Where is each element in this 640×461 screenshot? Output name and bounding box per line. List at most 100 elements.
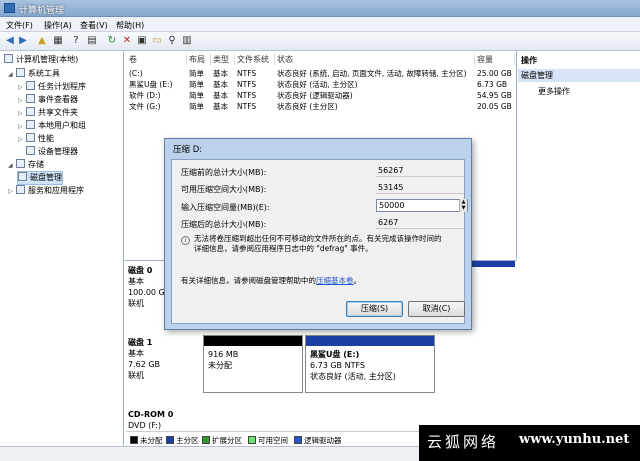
- show-hide-tree-icon[interactable]: ▦: [52, 35, 64, 47]
- layout-cell: 简单: [189, 69, 204, 78]
- volume-cell: 软件 (D:): [129, 91, 161, 100]
- volume-cell: 黑鲨U盘 (E:): [129, 80, 173, 89]
- toolbar: ◀ ▶ ▲ ▦ ? ▤ ↻ ✕ ▣ ▭ ⚲ ▥: [0, 32, 640, 51]
- status-cell: 状态良好 (系统, 启动, 页面文件, 活动, 故障转储, 主分区): [277, 69, 467, 78]
- unallocated-partition[interactable]: 916 MB 未分配: [203, 335, 303, 393]
- help-link[interactable]: 压缩基本卷: [316, 276, 354, 285]
- available-value: 53145: [376, 182, 464, 194]
- fs-cell: NTFS: [237, 91, 257, 100]
- status-cell: 状态良好 (逻辑驱动器): [277, 91, 353, 100]
- tree-performance[interactable]: ▷ 性能: [18, 133, 54, 145]
- search-icon[interactable]: ⚲: [166, 35, 178, 47]
- services-icon: [16, 185, 25, 194]
- table-row[interactable]: 文件 (G:) 简单 基本 NTFS 状态良好 (主分区) 20.05 GB: [125, 101, 515, 112]
- disk1-label[interactable]: 磁盘 1 基本 7.62 GB 联机: [128, 337, 198, 381]
- table-row[interactable]: 黑鲨U盘 (E:) 简单 基本 NTFS 状态良好 (活动, 主分区) 6.73…: [125, 79, 515, 90]
- tree-system-tools[interactable]: ◢ 系统工具: [8, 68, 60, 80]
- dialog-title: 压缩 D:: [173, 145, 203, 155]
- open-icon[interactable]: ▭: [151, 35, 163, 47]
- legend-item: 可用空间: [248, 435, 288, 446]
- help-icon[interactable]: ?: [70, 35, 82, 47]
- shrink-amount-input[interactable]: [376, 199, 468, 212]
- legend-item: 逻辑驱动器: [294, 435, 342, 446]
- capacity-cell: 54.95 GB: [477, 91, 512, 100]
- dialog-body: 压缩前的总计大小(MB): 56267 可用压缩空间大小(MB): 53145 …: [171, 159, 468, 324]
- spin-buttons[interactable]: ▲ ▼: [459, 199, 467, 212]
- col-layout[interactable]: 布局: [187, 54, 211, 65]
- properties-icon[interactable]: ▤: [86, 35, 98, 47]
- fs-cell: NTFS: [237, 102, 257, 111]
- legend-swatch: [166, 436, 174, 444]
- col-volume[interactable]: 卷: [127, 54, 187, 65]
- performance-icon: [26, 133, 35, 142]
- col-type[interactable]: 类型: [211, 54, 235, 65]
- up-folder-icon[interactable]: ▲: [36, 35, 48, 47]
- watermark-url: www.yunhu.net: [519, 432, 630, 447]
- watermark: 云狐网络 www.yunhu.net: [419, 425, 640, 461]
- shrink-button[interactable]: 压缩(S): [346, 301, 403, 317]
- forward-icon[interactable]: ▶: [17, 35, 29, 47]
- clock-icon: [26, 81, 35, 90]
- layout-cell: 简单: [189, 102, 204, 111]
- layout-cell: 简单: [189, 80, 204, 89]
- menu-action[interactable]: 操作(A): [44, 20, 72, 31]
- tree-task-scheduler[interactable]: ▷ 任务计划程序: [18, 81, 86, 93]
- table-row[interactable]: 软件 (D:) 简单 基本 NTFS 状态良好 (逻辑驱动器) 54.95 GB: [125, 90, 515, 101]
- legend-swatch: [248, 436, 256, 444]
- folder-icon: [26, 107, 35, 116]
- tree-disk-management[interactable]: 磁盘管理: [17, 171, 63, 185]
- watermark-cn: 云狐网络: [427, 433, 500, 451]
- menu-file[interactable]: 文件(F): [6, 20, 33, 31]
- info-icon: i: [181, 236, 190, 245]
- delete-icon[interactable]: ✕: [121, 35, 133, 47]
- view-icon[interactable]: ▥: [181, 35, 193, 47]
- computer-management-icon: [4, 3, 15, 13]
- cancel-button[interactable]: 取消(C): [408, 301, 465, 317]
- type-cell: 基本: [213, 80, 228, 89]
- input-label: 输入压缩空间量(MB)(E):: [181, 203, 270, 212]
- type-cell: 基本: [213, 69, 228, 78]
- cdrom-label[interactable]: CD-ROM 0 DVD (F:): [128, 409, 198, 431]
- menu-bar: 文件(F) 操作(A) 查看(V) 帮助(H): [0, 17, 640, 32]
- info-note: 无法将卷压缩到超出任何不可移动的文件所在的点。有关完成该操作时间的 详细信息，请…: [194, 234, 442, 253]
- help-text: 有关详细信息，请参阅磁盘管理帮助中的压缩基本卷。: [181, 276, 361, 285]
- legend-swatch: [202, 436, 210, 444]
- storage-icon: [16, 159, 25, 168]
- users-icon: [26, 120, 35, 129]
- menu-help[interactable]: 帮助(H): [116, 20, 144, 31]
- layout-cell: 简单: [189, 91, 204, 100]
- col-capacity[interactable]: 容量: [475, 54, 515, 65]
- disk-icon: [18, 172, 27, 181]
- total-before-label: 压缩前的总计大小(MB):: [181, 168, 267, 177]
- tree-event-viewer[interactable]: ▷ 事件查看器: [18, 94, 78, 106]
- tree-local-users[interactable]: ▷ 本地用户和组: [18, 120, 86, 132]
- col-status[interactable]: 状态: [275, 54, 475, 65]
- legend-item: 未分配: [130, 435, 163, 446]
- actions-disk-management[interactable]: 磁盘管理: [518, 69, 640, 82]
- legend-item: 扩展分区: [202, 435, 242, 446]
- back-icon[interactable]: ◀: [4, 35, 16, 47]
- status-cell: 状态良好 (活动, 主分区): [277, 80, 358, 89]
- tree-root[interactable]: 计算机管理(本地): [4, 54, 78, 66]
- menu-view[interactable]: 查看(V): [80, 20, 108, 31]
- connect-icon[interactable]: ↻: [106, 35, 118, 47]
- table-row[interactable]: (C:) 简单 基本 NTFS 状态良好 (系统, 启动, 页面文件, 活动, …: [125, 68, 515, 79]
- type-cell: 基本: [213, 102, 228, 111]
- status-cell: 状态良好 (主分区): [277, 102, 338, 111]
- tools-icon: [16, 68, 25, 77]
- usb-partition[interactable]: 黑鲨U盘 (E:) 6.73 GB NTFS 状态良好 (活动, 主分区): [305, 335, 435, 393]
- tree-services-apps[interactable]: ▷ 服务和应用程序: [8, 185, 84, 197]
- capacity-cell: 20.05 GB: [477, 102, 512, 111]
- save-icon[interactable]: ▣: [136, 35, 148, 47]
- legend-swatch: [294, 436, 302, 444]
- fs-cell: NTFS: [237, 69, 257, 78]
- more-actions-link[interactable]: 更多操作: [538, 86, 570, 97]
- legend-swatch: [130, 436, 138, 444]
- col-filesystem[interactable]: 文件系统: [235, 54, 275, 65]
- tree-device-manager[interactable]: 设备管理器: [26, 146, 78, 158]
- navigation-tree: 计算机管理(本地) ◢ 系统工具 ▷ 任务计划程序 ▷ 事件查看器 ▷ 共享文件夹 ▷ 本…: [0, 51, 124, 446]
- tree-storage[interactable]: ◢ 存储: [8, 159, 44, 171]
- total-after-value: 6267: [376, 217, 464, 229]
- volume-cell: (C:): [129, 69, 143, 78]
- tree-shared-folders[interactable]: ▷ 共享文件夹: [18, 107, 78, 119]
